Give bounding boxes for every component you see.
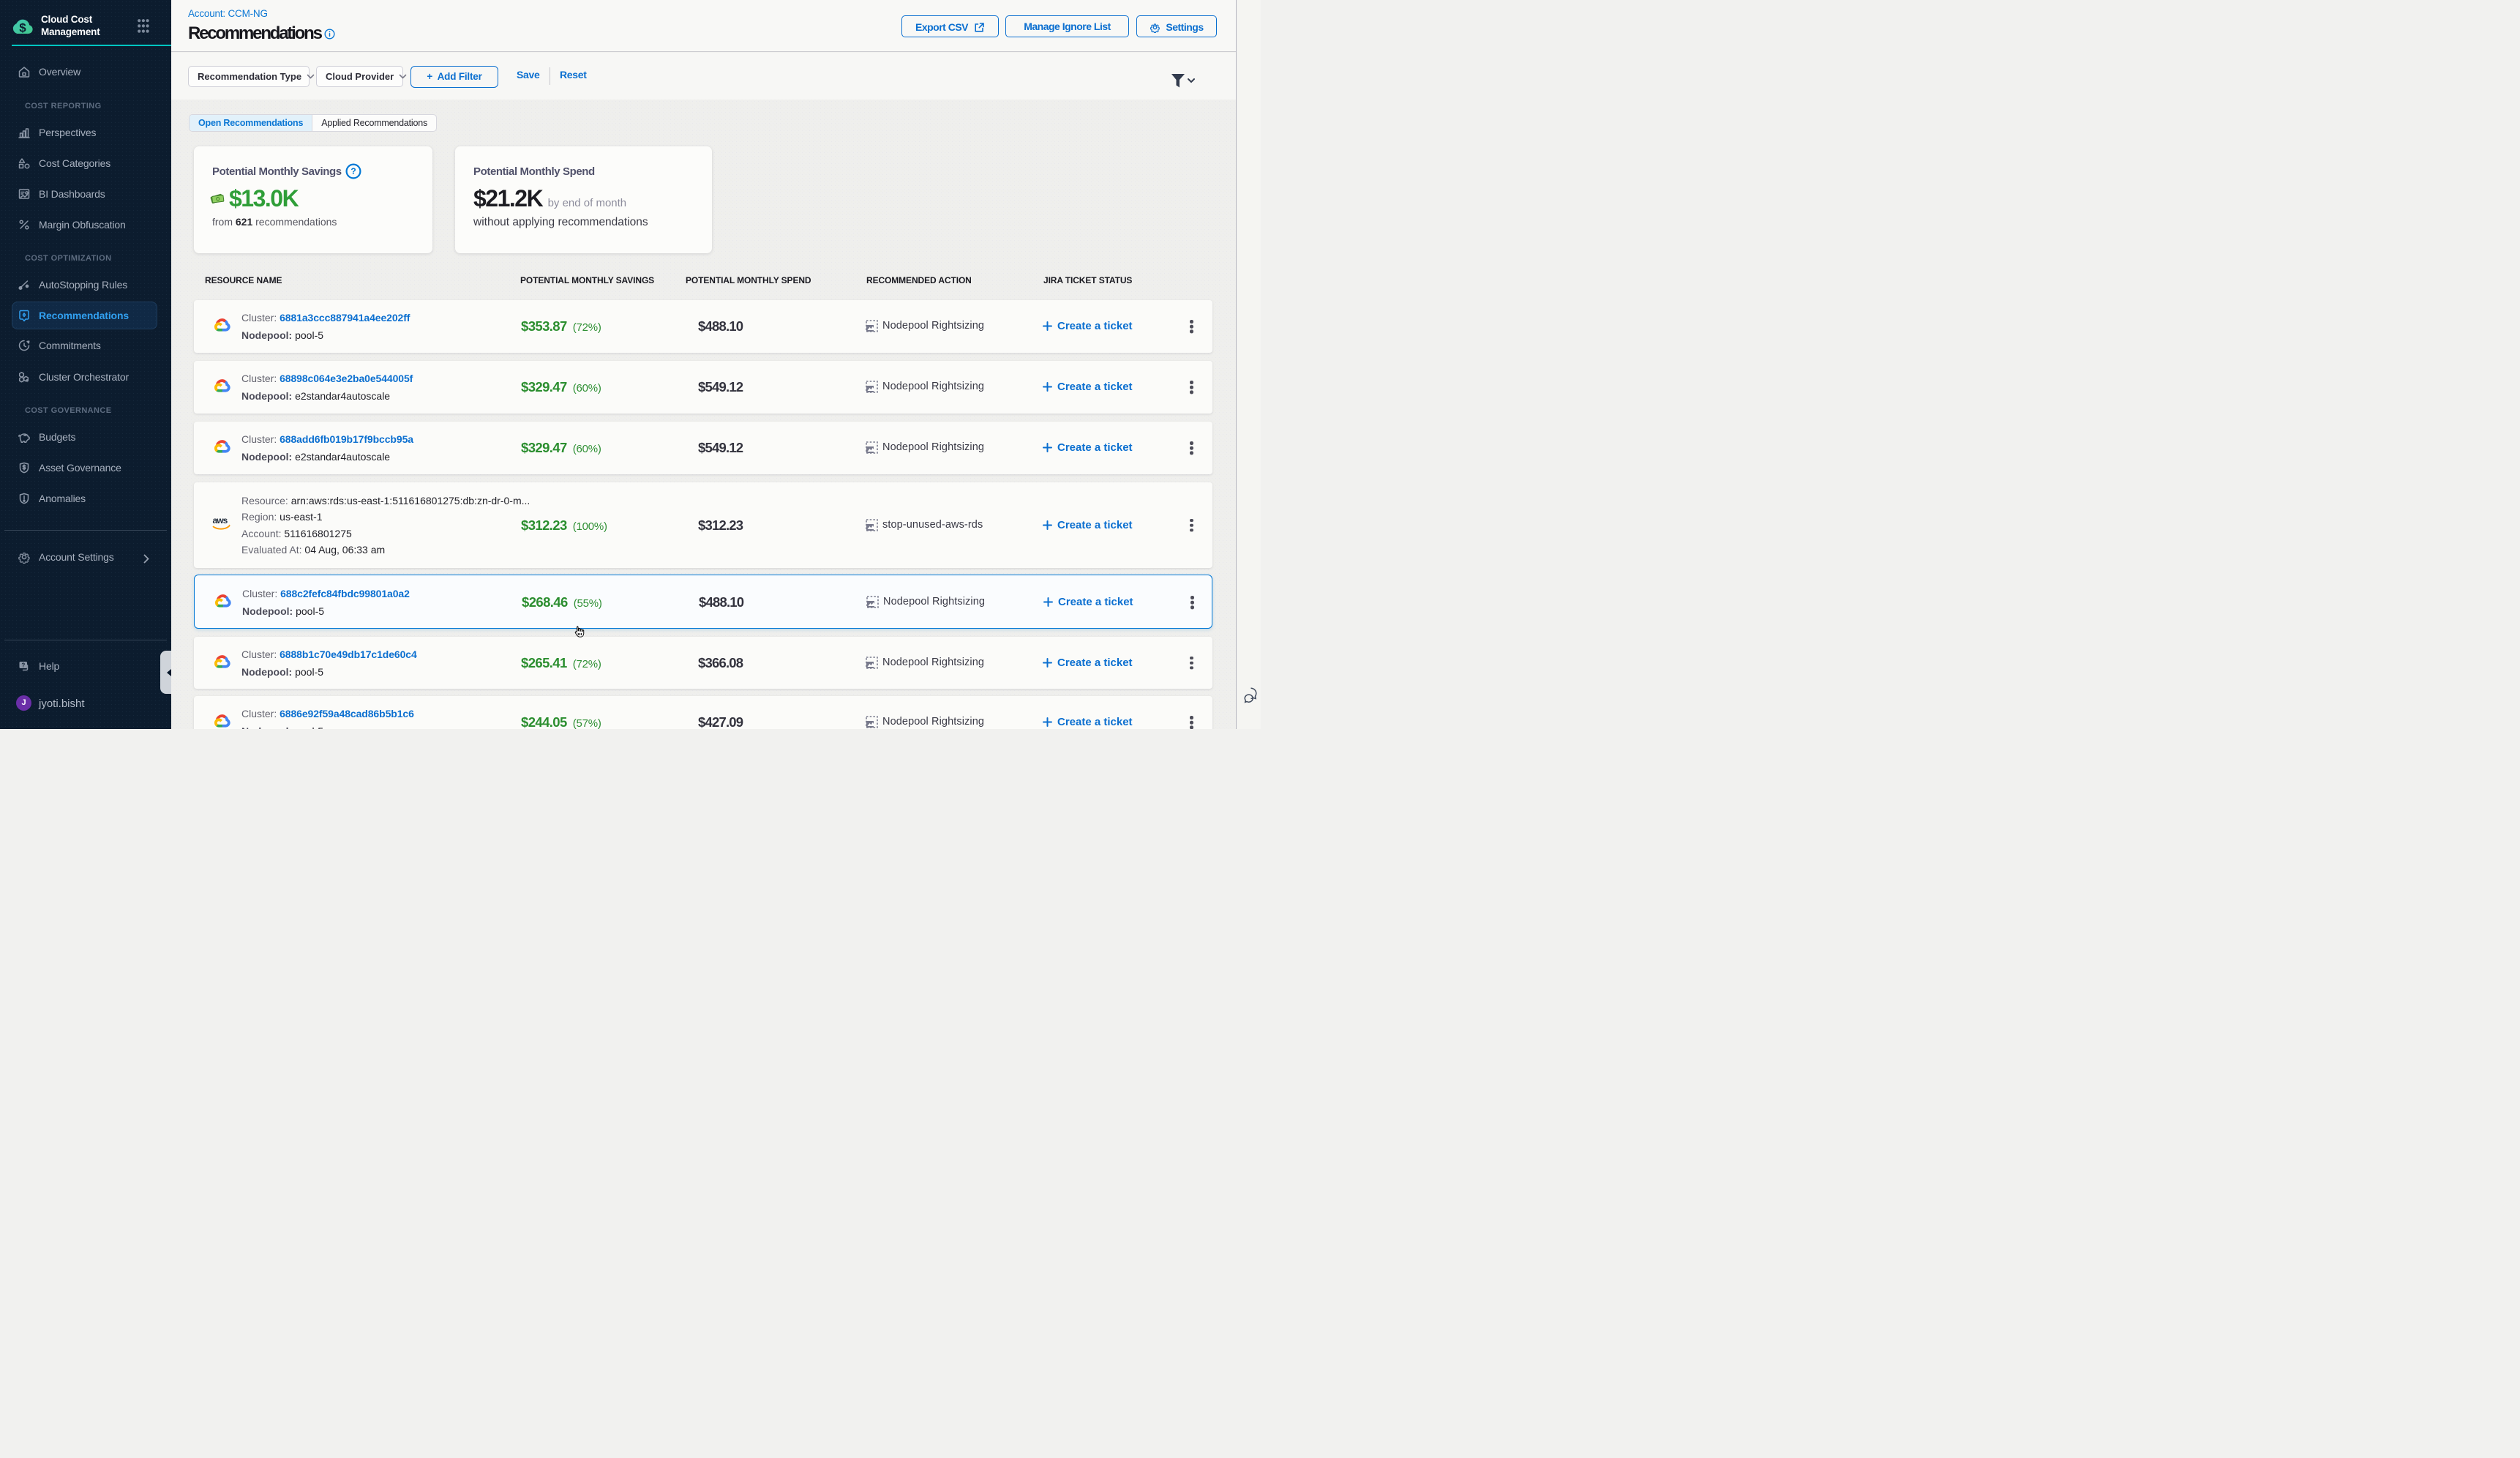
svg-text:?: ? xyxy=(350,166,356,176)
svg-text:$: $ xyxy=(19,21,26,35)
svg-text:?: ? xyxy=(21,662,25,669)
svg-text:aws: aws xyxy=(213,516,228,526)
